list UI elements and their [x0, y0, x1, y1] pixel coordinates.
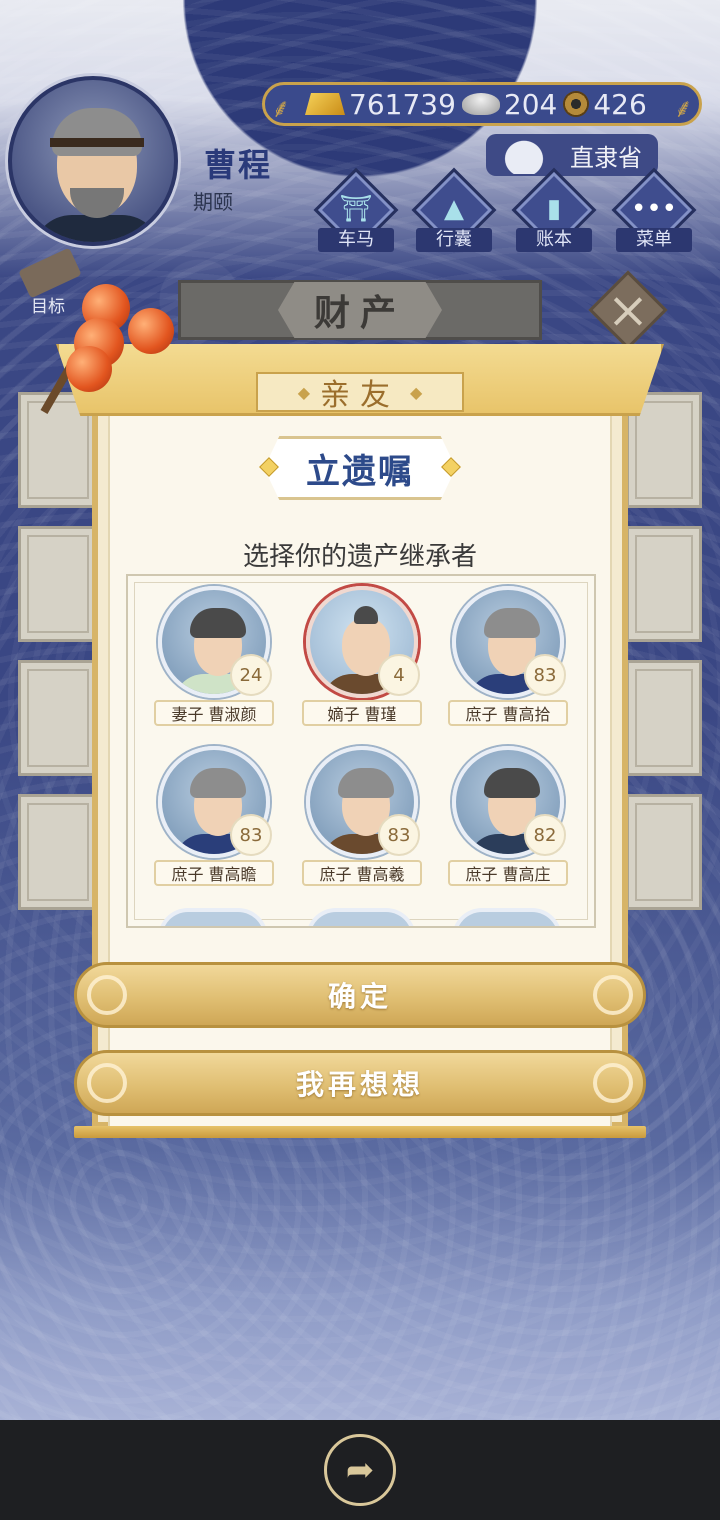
menu-ledger-button[interactable]: ▮ 账本 [511, 167, 597, 254]
share-icon: ➦ [345, 1450, 375, 1490]
heir-relation: 庶子 曹高庄 [448, 860, 568, 886]
property-tab-label: 财产 [277, 282, 442, 338]
item-slot-frame [27, 803, 89, 901]
reconsider-label: 我再想想 [295, 1068, 424, 1101]
item-slot-frame [27, 535, 89, 633]
item-slot-frame [635, 401, 693, 499]
carriage-icon: ⛩ [339, 194, 373, 224]
cloud-swirl-icon [87, 975, 127, 1015]
heir-age: 83 [230, 814, 272, 856]
will-dialog: ◆ 亲友 ◆ 立遗嘱 选择你的遗产继承者 24 妻子 曹淑颜 4 嫡子 曹瑾 8… [56, 336, 664, 1138]
dialog-header-label: 亲友 [320, 378, 400, 413]
header-dot-icon: ◆ [410, 382, 423, 402]
item-slot-frame [635, 535, 693, 633]
heir-relation: 庶子 曹高羲 [302, 860, 422, 886]
item-slot-frame [635, 803, 693, 901]
location-button[interactable]: 直隶省 [486, 134, 658, 176]
item-slot[interactable] [626, 660, 702, 776]
portrait-hair [354, 606, 378, 624]
header-dot-icon: ◆ [297, 382, 310, 402]
avatar-hair [52, 108, 142, 156]
coin-amount: 426 [593, 87, 647, 121]
heir-age: 83 [524, 654, 566, 696]
bag-icon: ▲ [444, 194, 464, 224]
copper-coin-icon [563, 91, 590, 117]
item-slot[interactable] [626, 794, 702, 910]
item-slot[interactable] [626, 526, 702, 642]
item-slot-frame [27, 669, 89, 767]
will-title: 立遗嘱 [264, 436, 456, 500]
goal-label: 目标 [31, 297, 65, 317]
more-icon: ••• [630, 194, 677, 224]
portrait-hair [190, 608, 246, 638]
bamboo-right-icon: ⸙ [673, 94, 693, 124]
currency-bar[interactable]: ⸙ 761739 204 426 ⸙ [262, 82, 702, 126]
ledger-icon: ▮ [546, 194, 562, 224]
menu-more-button[interactable]: ••• 菜单 [611, 167, 697, 254]
gold-amount: 761739 [349, 87, 456, 121]
heir-card[interactable]: 83 庶子 曹高羲 [292, 736, 432, 892]
silver-amount: 204 [503, 87, 558, 121]
share-button[interactable]: ➦ [324, 1434, 396, 1506]
player-age-title: 期颐 [193, 190, 233, 214]
avatar-robe [32, 215, 162, 242]
portrait-hair [190, 768, 246, 798]
heir-card[interactable]: 83 庶子 曹高瞻 [144, 736, 284, 892]
item-slot-frame [27, 401, 89, 499]
menu-label: 菜单 [616, 228, 692, 252]
player-avatar[interactable] [8, 76, 178, 246]
bamboo-left-icon: ⸙ [271, 94, 291, 124]
property-tab: 财产 [178, 280, 542, 340]
menu-bag-button[interactable]: ▲ 行囊 [411, 167, 497, 254]
portrait-hair [484, 768, 540, 798]
heir-relation: 庶子 曹高瞻 [154, 860, 274, 886]
heir-age: 24 [230, 654, 272, 696]
gold-ingot-icon [305, 93, 345, 115]
menu-label: 账本 [516, 228, 592, 252]
confirm-button[interactable]: 确定 [74, 962, 646, 1028]
goal-scroll-icon [18, 247, 82, 299]
heir-portrait-partial [452, 908, 562, 926]
fruit-icon [128, 308, 174, 354]
heir-portrait-partial [158, 908, 268, 926]
location-label: 直隶省 [570, 143, 642, 172]
silver-ingot-icon [461, 93, 500, 115]
heir-card[interactable]: 82 庶子 曹高庄 [438, 736, 578, 892]
portrait-hair [338, 768, 394, 798]
menu-carriage-button[interactable]: ⛩ 车马 [313, 167, 399, 254]
heir-relation: 嫡子 曹瑾 [302, 700, 422, 726]
dialog-subtitle: 选择你的遗产继承者 [242, 542, 477, 572]
dialog-bottom-rod [74, 1126, 646, 1138]
cloud-swirl-icon [87, 1063, 127, 1103]
dialog-header: ◆ 亲友 ◆ [256, 372, 464, 413]
heir-age: 83 [378, 814, 420, 856]
teapot-icon [500, 136, 548, 174]
player-name: 曹程 [204, 146, 273, 184]
avatar-headband [50, 138, 144, 147]
heir-list[interactable]: 24 妻子 曹淑颜 4 嫡子 曹瑾 83 庶子 曹高拾 83 庶子 曹高瞻 83… [126, 574, 596, 928]
heir-portrait-partial [306, 908, 416, 926]
heir-relation: 庶子 曹高拾 [448, 700, 568, 726]
heir-card[interactable]: 83 庶子 曹高拾 [438, 576, 578, 732]
reconsider-button[interactable]: 我再想想 [74, 1050, 646, 1116]
heir-card[interactable]: 4 嫡子 曹瑾 [292, 576, 432, 732]
cloud-swirl-icon [593, 975, 633, 1015]
portrait-hair [484, 608, 540, 638]
heir-age: 4 [378, 654, 420, 696]
cloud-swirl-icon [593, 1063, 633, 1103]
fruit-icon [66, 346, 112, 392]
heir-relation: 妻子 曹淑颜 [154, 700, 274, 726]
item-slot-frame [635, 669, 693, 767]
menu-label: 行囊 [416, 228, 492, 252]
menu-label: 车马 [318, 228, 394, 252]
goal-button[interactable]: 目标 [12, 247, 84, 317]
avatar-beard [70, 188, 124, 218]
heir-card[interactable]: 24 妻子 曹淑颜 [144, 576, 284, 732]
confirm-label: 确定 [327, 980, 392, 1013]
heir-age: 82 [524, 814, 566, 856]
